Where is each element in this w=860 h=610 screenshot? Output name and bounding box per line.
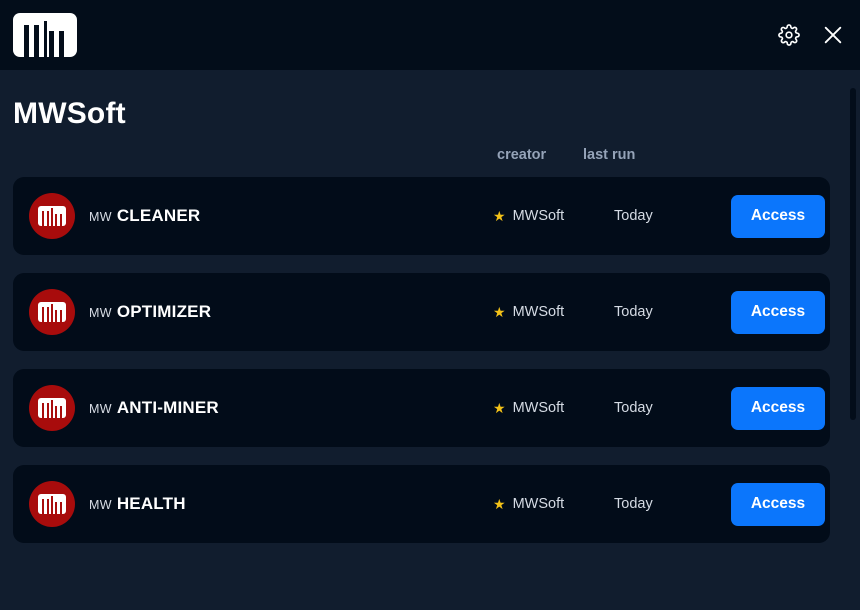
app-name-prefix: MW <box>89 210 112 224</box>
logo-bar-center <box>44 21 47 57</box>
logo-bar-1 <box>24 25 29 57</box>
app-name: MW ANTI-MINER <box>89 398 219 418</box>
close-icon[interactable] <box>820 22 846 48</box>
app-name-main: ANTI-MINER <box>116 398 219 417</box>
access-button[interactable]: Access <box>731 290 825 334</box>
creator-cell: ★ MWSoft <box>493 400 564 416</box>
logo-bar-3 <box>49 31 54 57</box>
titlebar-actions <box>776 22 846 48</box>
creator-cell: ★ MWSoft <box>493 496 564 512</box>
app-name-prefix: MW <box>89 306 112 320</box>
app-name-main: HEALTH <box>116 494 186 513</box>
creator-name: MWSoft <box>512 208 565 224</box>
scrollbar[interactable] <box>846 70 860 610</box>
scrollbar-thumb[interactable] <box>850 88 856 420</box>
star-icon: ★ <box>493 400 506 416</box>
page-body: MWSoft creator last run MW CLEANER ★ MWS… <box>0 70 860 610</box>
avatar <box>29 481 75 527</box>
app-name-prefix: MW <box>89 402 112 416</box>
app-name-main: CLEANER <box>116 206 201 225</box>
app-name-prefix: MW <box>89 498 112 512</box>
list-item[interactable]: MW OPTIMIZER ★ MWSoft Today Access <box>13 273 830 351</box>
last-run-cell: Today <box>614 304 653 320</box>
app-name: MW OPTIMIZER <box>89 302 211 322</box>
last-run-cell: Today <box>614 400 653 416</box>
logo-bar-4 <box>59 31 64 57</box>
list-item[interactable]: MW HEALTH ★ MWSoft Today Access <box>13 465 830 543</box>
page-title: MWSoft <box>13 97 126 130</box>
avatar <box>29 289 75 335</box>
last-run-cell: Today <box>614 496 653 512</box>
creator-cell: ★ MWSoft <box>493 304 564 320</box>
column-header-last-run: last run <box>583 147 636 163</box>
creator-name: MWSoft <box>512 304 565 320</box>
title-bar <box>0 0 860 70</box>
column-headers: creator last run <box>0 143 860 177</box>
star-icon: ★ <box>493 304 506 320</box>
access-button[interactable]: Access <box>731 194 825 238</box>
app-name-main: OPTIMIZER <box>116 302 212 321</box>
logo-bar-2 <box>34 25 39 57</box>
app-name: MW CLEANER <box>89 206 200 226</box>
mwsoft-logo-icon <box>13 13 77 57</box>
access-button[interactable]: Access <box>731 482 825 526</box>
column-header-creator: creator <box>497 147 547 163</box>
app-list: MW CLEANER ★ MWSoft Today Access MW OPTI… <box>0 177 860 543</box>
creator-cell: ★ MWSoft <box>493 208 564 224</box>
star-icon: ★ <box>493 208 506 224</box>
last-run-cell: Today <box>614 208 653 224</box>
avatar <box>29 385 75 431</box>
app-name: MW HEALTH <box>89 494 186 514</box>
gear-icon[interactable] <box>776 22 802 48</box>
star-icon: ★ <box>493 496 506 512</box>
list-item[interactable]: MW ANTI-MINER ★ MWSoft Today Access <box>13 369 830 447</box>
list-item[interactable]: MW CLEANER ★ MWSoft Today Access <box>13 177 830 255</box>
avatar <box>29 193 75 239</box>
access-button[interactable]: Access <box>731 386 825 430</box>
creator-name: MWSoft <box>512 400 565 416</box>
creator-name: MWSoft <box>512 496 565 512</box>
